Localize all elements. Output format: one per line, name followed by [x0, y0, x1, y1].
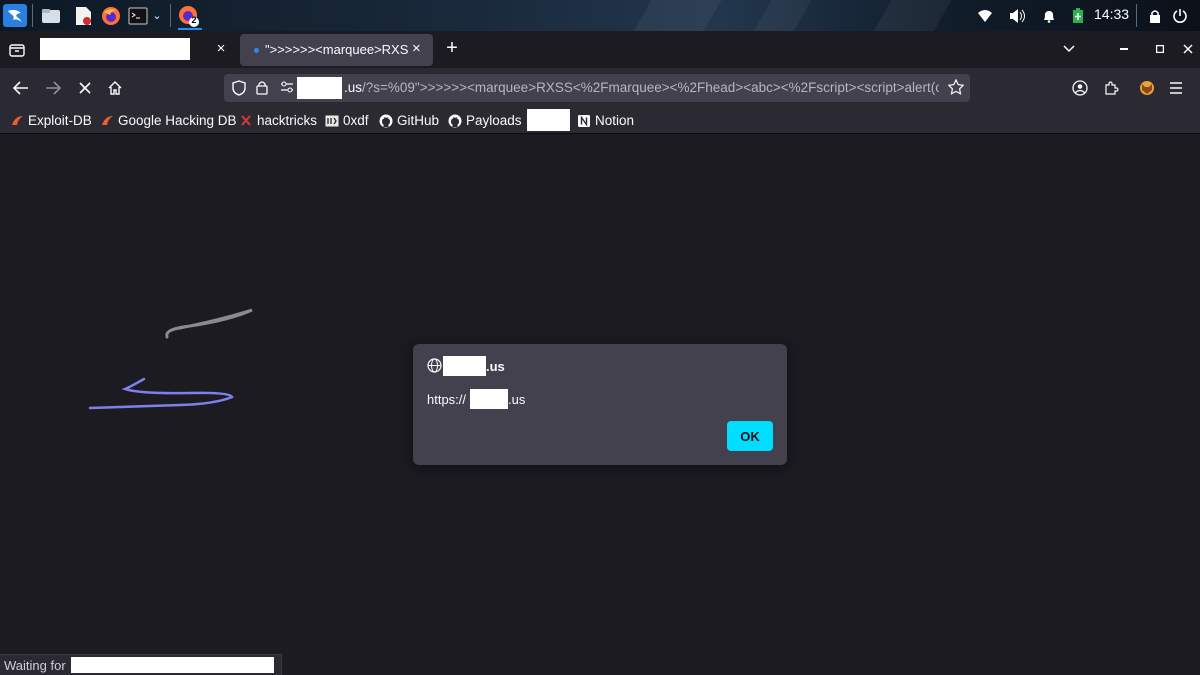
extensions-puzzle-icon[interactable]	[1101, 77, 1123, 99]
bell-icon[interactable]	[1040, 5, 1058, 26]
tab-title: ">>>>>><marquee>RXSS</marquee>	[265, 42, 409, 57]
stop-loading-icon[interactable]	[74, 77, 96, 99]
list-all-tabs-chevron-icon[interactable]	[1058, 36, 1080, 62]
status-text: Waiting for	[4, 658, 66, 673]
tab-active[interactable]: ">>>>>><marquee>RXSS</marquee> ×	[240, 34, 433, 66]
wallpaper-shape	[622, 0, 728, 31]
bookmark-exploit-db[interactable]: Exploit-DB	[10, 111, 92, 130]
bookmark-redacted[interactable]	[527, 109, 570, 131]
wallpaper-shape	[742, 0, 818, 31]
bookmark-star-icon[interactable]	[947, 78, 965, 100]
battery-icon	[1070, 5, 1086, 26]
maximize-icon[interactable]	[1149, 36, 1171, 62]
bookmark-label: Notion	[595, 113, 635, 128]
firefox-window-count-badge: 2	[191, 15, 197, 25]
panel-separator	[170, 4, 171, 27]
bookmark-0xdf[interactable]: 0xdf	[325, 111, 369, 130]
foxyproxy-extension-icon[interactable]	[1136, 77, 1158, 99]
wallpaper-shape	[862, 0, 958, 31]
text-editor-icon[interactable]	[72, 5, 94, 26]
url-host-redacted	[297, 77, 342, 99]
bookmark-label: Payloads	[466, 113, 522, 128]
dialog-message-redacted	[470, 389, 508, 409]
panel-separator	[32, 4, 33, 27]
active-app-indicator	[178, 28, 202, 30]
account-icon[interactable]	[1069, 77, 1091, 99]
lock-icon[interactable]	[1146, 5, 1164, 26]
panel-separator	[1136, 4, 1137, 27]
tab-list-icon[interactable]	[6, 39, 28, 61]
bookmark-payloads[interactable]: Payloads	[448, 111, 522, 130]
bookmark-google-hacking-db[interactable]: Google Hacking DB	[100, 111, 237, 130]
tab-close-icon[interactable]: ×	[412, 40, 421, 57]
clock[interactable]: 14:33	[1094, 6, 1129, 22]
status-redacted	[71, 657, 274, 673]
bookmarks-toolbar: Exploit-DB Google Hacking DB hacktricks …	[0, 108, 1200, 134]
url-domain-suffix: .us	[344, 80, 363, 95]
firefox-icon[interactable]	[100, 5, 122, 26]
alert-dialog: .us https:// .us OK	[413, 344, 787, 465]
globe-icon	[427, 358, 442, 373]
0xdf-icon	[325, 114, 339, 128]
new-tab-button[interactable]: +	[443, 37, 461, 60]
bookmark-label: hacktricks	[257, 113, 318, 128]
dialog-host-redacted	[443, 356, 486, 376]
bookmark-notion[interactable]: Notion	[577, 111, 634, 130]
bookmark-github[interactable]: GitHub	[379, 111, 439, 130]
status-panel: Waiting for	[0, 654, 282, 675]
hacktricks-icon	[239, 114, 253, 128]
minimize-icon[interactable]	[1113, 36, 1135, 62]
bookmark-label: GitHub	[397, 113, 440, 128]
dialog-message-suffix: .us	[508, 392, 526, 407]
close-window-icon[interactable]	[1177, 36, 1199, 62]
tracking-protection-shield-icon[interactable]	[232, 80, 248, 96]
bookmark-label: Exploit-DB	[28, 113, 92, 128]
exploit-db-icon	[10, 114, 24, 128]
gray-scribble	[165, 308, 253, 339]
home-icon[interactable]	[104, 77, 126, 99]
back-arrow-icon[interactable]	[10, 77, 32, 99]
chevron-down-icon[interactable]: ⌄	[150, 5, 164, 26]
tab-loading-indicator	[254, 48, 259, 53]
volume-icon[interactable]	[1008, 5, 1028, 26]
scribble-drawing	[88, 308, 253, 410]
app-menu-hamburger-icon[interactable]	[1165, 77, 1187, 99]
github-icon	[379, 114, 393, 128]
ok-button[interactable]: OK	[727, 421, 773, 451]
dialog-message-prefix: https://	[427, 392, 467, 407]
bookmark-label: 0xdf	[343, 113, 369, 128]
url-path-query: /?s=%09">>>>>><marquee>RXSS<%2Fmarquee><…	[362, 80, 939, 95]
notion-icon	[577, 114, 591, 128]
bookmark-hacktricks[interactable]: hacktricks	[239, 111, 317, 130]
url-bar[interactable]: .us/?s=%09">>>>>><marquee>RXSS<%2Fmarque…	[224, 74, 970, 102]
site-permissions-icon[interactable]	[280, 80, 296, 96]
os-top-panel: ⌄ 2 14:33	[0, 0, 1200, 31]
wifi-icon[interactable]	[976, 5, 994, 26]
power-icon[interactable]	[1170, 5, 1190, 26]
dialog-title: .us	[486, 359, 505, 374]
kali-menu-icon[interactable]	[3, 4, 27, 27]
bookmark-label: Google Hacking DB	[118, 113, 237, 128]
firefox-running-icon[interactable]: 2	[176, 5, 202, 27]
folder-icon[interactable]	[40, 5, 62, 26]
navigation-toolbar: .us/?s=%09">>>>>><marquee>RXSS<%2Fmarque…	[0, 68, 1200, 108]
tab-close-icon[interactable]: ×	[213, 39, 229, 59]
url-text[interactable]: .us/?s=%09">>>>>><marquee>RXSS<%2Fmarque…	[344, 80, 939, 95]
github-icon	[448, 114, 462, 128]
tab-bar: × ">>>>>><marquee>RXSS</marquee> × +	[0, 31, 1200, 68]
padlock-icon[interactable]	[256, 80, 272, 96]
ghdb-icon	[100, 114, 114, 128]
terminal-icon[interactable]	[127, 5, 149, 26]
tab-redacted[interactable]	[40, 38, 190, 60]
blue-scribble	[88, 377, 234, 410]
forward-arrow-icon[interactable]	[42, 77, 64, 99]
